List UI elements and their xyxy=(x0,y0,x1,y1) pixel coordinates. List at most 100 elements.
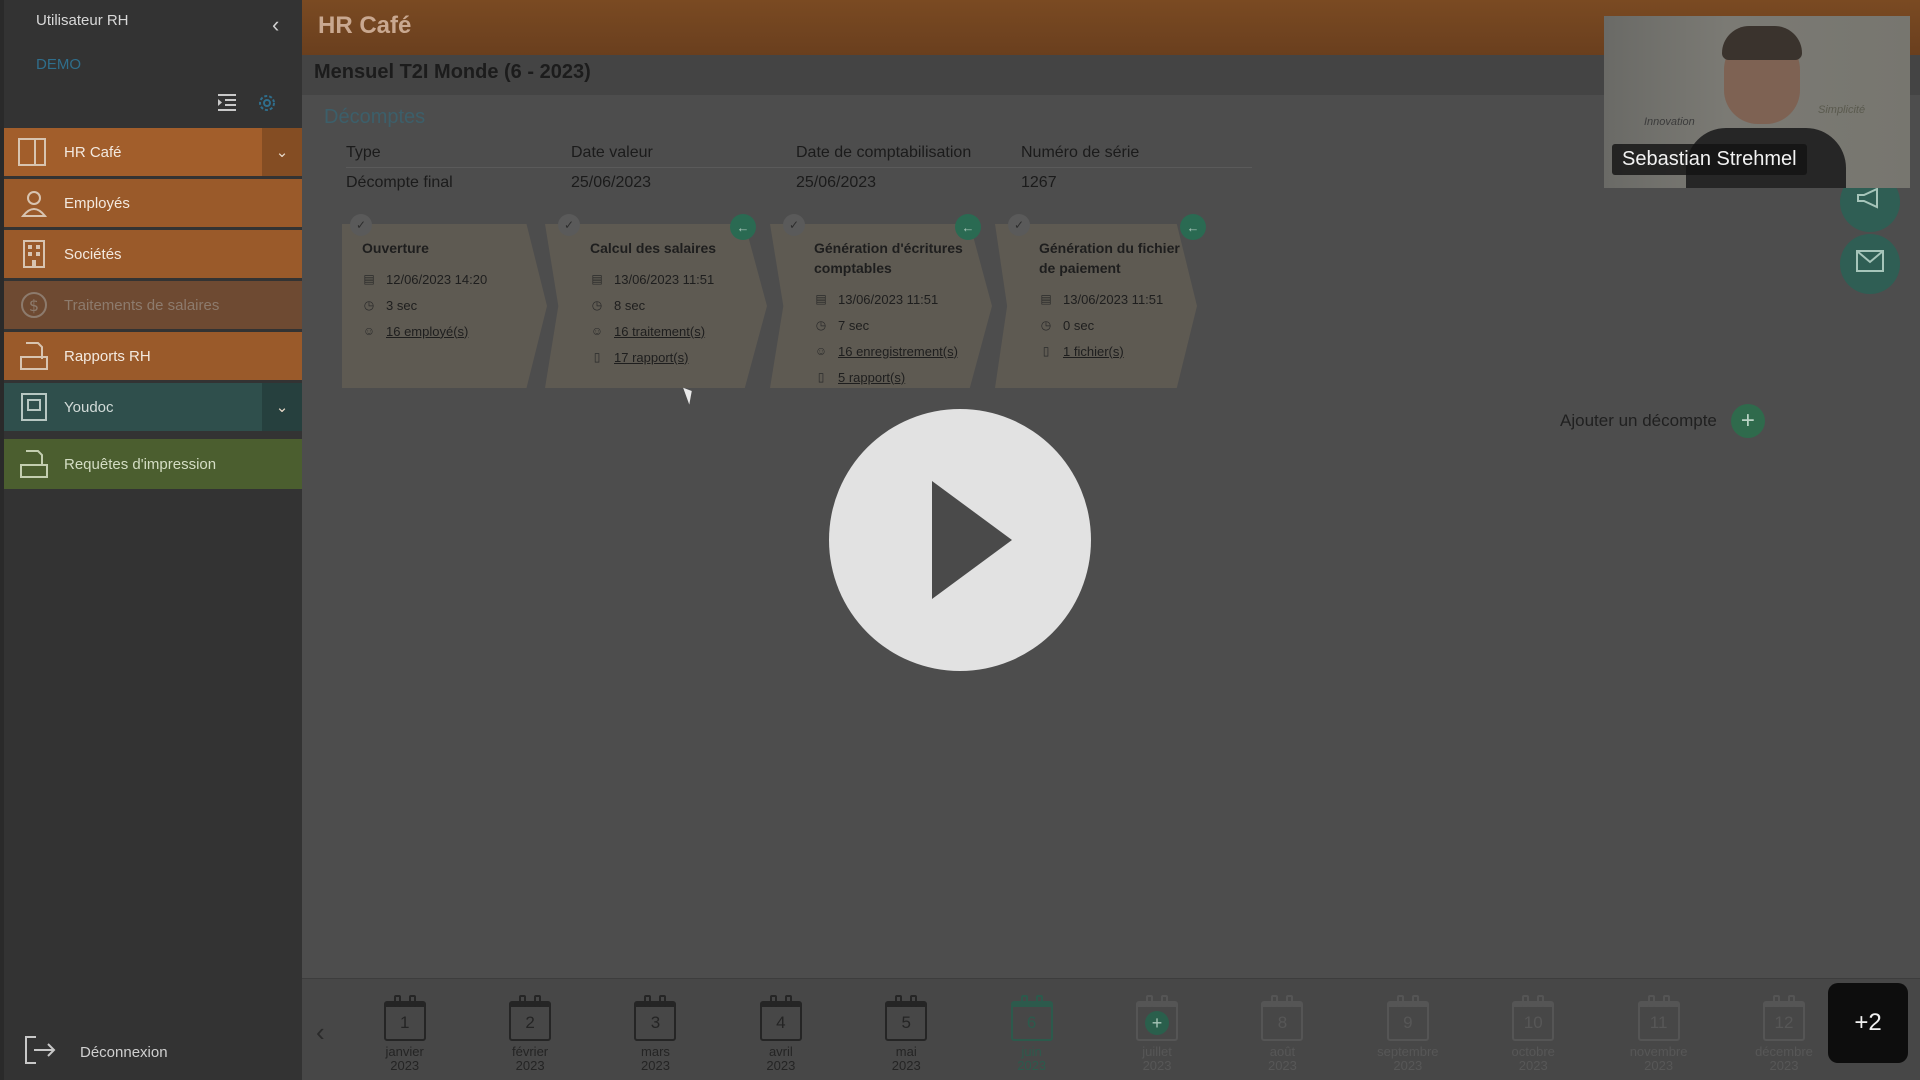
environment-label: DEMO xyxy=(36,56,81,73)
step-link[interactable]: 16 traitement(s) xyxy=(614,324,705,339)
page-icon xyxy=(4,137,64,167)
chevron-left-icon[interactable]: ‹ xyxy=(316,1017,325,1048)
board-text: Simplicité xyxy=(1818,104,1866,116)
sidebar-item-label: Sociétés xyxy=(64,245,122,263)
calendar-icon: 12 xyxy=(1762,995,1805,1041)
month-year: 2023 xyxy=(1518,1058,1548,1073)
undo-arrow-icon[interactable]: ← xyxy=(730,214,756,240)
month-october[interactable]: 10 octobre 2023 xyxy=(1471,995,1596,1073)
calendar-icon: 10 xyxy=(1512,995,1555,1041)
sidebar-tools xyxy=(216,92,278,119)
calendar-icon: + xyxy=(1136,995,1179,1041)
month-march[interactable]: 3 mars 2023 xyxy=(593,995,718,1073)
sidebar-item-societes[interactable]: Sociétés xyxy=(4,230,302,278)
step-title: Génération d'écritures comptables xyxy=(814,240,963,276)
participants-overflow-badge[interactable]: +2 xyxy=(1828,983,1908,1063)
column-header: Date valeur xyxy=(571,143,653,161)
sidebar-item-requetes[interactable]: Requêtes d'impression xyxy=(4,439,302,489)
user-icon: ☺ xyxy=(590,324,604,338)
sidebar-item-rapports[interactable]: Rapports RH xyxy=(4,332,302,380)
step-link[interactable]: 16 enregistrement(s) xyxy=(838,344,958,359)
calendar-icon: 11 xyxy=(1637,995,1680,1041)
step-duration: 0 sec xyxy=(1063,317,1095,333)
step-date: 13/06/2023 11:51 xyxy=(1063,291,1164,307)
app-title: HR Café xyxy=(318,12,412,39)
play-icon xyxy=(932,481,1012,599)
calendar-icon: 9 xyxy=(1386,995,1429,1041)
sidebar-item-hr-cafe[interactable]: HR Café ⌄ xyxy=(4,128,302,176)
calendar-icon: ▤ xyxy=(1040,292,1052,306)
month-september[interactable]: 9 septembre 2023 xyxy=(1345,995,1470,1073)
collapse-sidebar-icon[interactable]: ‹ xyxy=(272,12,279,38)
main-menu: HR Café ⌄ Employés Sociétés $ Traitement… xyxy=(4,128,302,492)
step-link[interactable]: 17 rapport(s) xyxy=(614,350,688,365)
month-name: mai xyxy=(895,1044,917,1059)
table-row[interactable]: Décompte final 25/06/2023 25/06/2023 126… xyxy=(346,168,1252,198)
month-year: 2023 xyxy=(641,1058,670,1073)
step-link[interactable]: 1 fichier(s) xyxy=(1063,344,1124,359)
plus-icon[interactable]: + xyxy=(1730,404,1765,438)
month-january[interactable]: 1 janvier 2023 xyxy=(342,995,467,1073)
report-icon xyxy=(4,341,64,371)
month-year: 2023 xyxy=(1769,1058,1799,1073)
month-name: janvier xyxy=(385,1044,424,1059)
chevron-down-icon[interactable]: ⌄ xyxy=(262,383,302,431)
month-year: 2023 xyxy=(766,1058,796,1073)
calendar-icon: 1 xyxy=(383,995,426,1041)
month-april[interactable]: 4 avril 2023 xyxy=(718,995,843,1073)
mail-button[interactable] xyxy=(1840,234,1900,294)
calendar-icon: 5 xyxy=(885,995,928,1041)
file-icon: ▯ xyxy=(593,350,601,364)
building-icon xyxy=(4,239,64,269)
month-name: juin xyxy=(1021,1044,1042,1059)
megaphone-icon xyxy=(1855,186,1885,219)
month-february[interactable]: 2 février 2023 xyxy=(467,995,592,1073)
month-november[interactable]: 11 novembre 2023 xyxy=(1596,995,1721,1073)
user-icon: ☺ xyxy=(814,344,828,358)
user-icon: ☺ xyxy=(362,324,376,338)
month-year: 2023 xyxy=(1142,1058,1172,1073)
sidebar-item-label: Traitements de salaires xyxy=(64,296,220,314)
sidebar: Utilisateur RH ‹ DEMO HR Café ⌄ Employés… xyxy=(0,0,302,1080)
step-link[interactable]: 5 rapport(s) xyxy=(838,370,905,385)
step-generation-ecritures: Génération d'écritures comptables ▤ 13/06… xyxy=(770,224,992,388)
sidebar-item-label: Rapports RH xyxy=(64,347,151,365)
table-cell: 1267 xyxy=(1021,174,1057,191)
play-button[interactable] xyxy=(829,409,1091,671)
month-august[interactable]: 8 août 2023 xyxy=(1220,995,1345,1073)
chevron-down-icon[interactable]: ⌄ xyxy=(262,128,302,176)
add-decompte[interactable]: Ajouter un décompte + xyxy=(1560,404,1765,438)
logout-button[interactable]: Déconnexion xyxy=(22,1034,168,1070)
process-steps: Ouverture ▤ 12/06/2023 14:20 ◷ 3 sec ☺ 16 e… xyxy=(342,214,1242,390)
calendar-icon: ▤ xyxy=(815,292,827,306)
month-june[interactable]: 6 juin 2023 xyxy=(969,995,1094,1073)
step-duration: 8 sec xyxy=(614,297,646,313)
period-title: Mensuel T2I Monde (6 - 2023) xyxy=(314,61,591,83)
clock-icon: ◷ xyxy=(591,298,603,312)
undo-arrow-icon[interactable]: ← xyxy=(1180,214,1206,240)
undo-arrow-icon[interactable]: ← xyxy=(955,214,981,240)
document-icon xyxy=(4,392,64,422)
month-name: octobre xyxy=(1511,1044,1555,1059)
gear-icon[interactable] xyxy=(256,92,278,119)
list-indent-icon[interactable] xyxy=(216,92,238,119)
check-icon: ✓ xyxy=(1008,214,1030,236)
step-title: Génération du fichier de paiement xyxy=(1039,240,1180,276)
step-link[interactable]: 16 employé(s) xyxy=(386,324,468,339)
month-name: août xyxy=(1269,1044,1296,1059)
calendar-icon: ▤ xyxy=(591,272,603,286)
sidebar-item-youdoc[interactable]: Youdoc ⌄ xyxy=(4,383,302,431)
clock-icon: ◷ xyxy=(363,298,375,312)
file-icon: ▯ xyxy=(1042,344,1050,358)
sidebar-item-traitements[interactable]: $ Traitements de salaires xyxy=(4,281,302,329)
sidebar-item-employes[interactable]: Employés xyxy=(4,179,302,227)
month-year: 2023 xyxy=(515,1058,545,1073)
plus-icon[interactable]: + xyxy=(1145,1011,1170,1035)
month-july[interactable]: + juillet 2023 xyxy=(1094,995,1219,1073)
step-date: 13/06/2023 11:51 xyxy=(838,291,939,307)
month-may[interactable]: 5 mai 2023 xyxy=(844,995,969,1073)
logout-icon xyxy=(22,1034,58,1070)
calendar-icon: 2 xyxy=(509,995,552,1041)
month-year: 2023 xyxy=(1644,1058,1674,1073)
sidebar-item-label: Requêtes d'impression xyxy=(64,455,217,473)
